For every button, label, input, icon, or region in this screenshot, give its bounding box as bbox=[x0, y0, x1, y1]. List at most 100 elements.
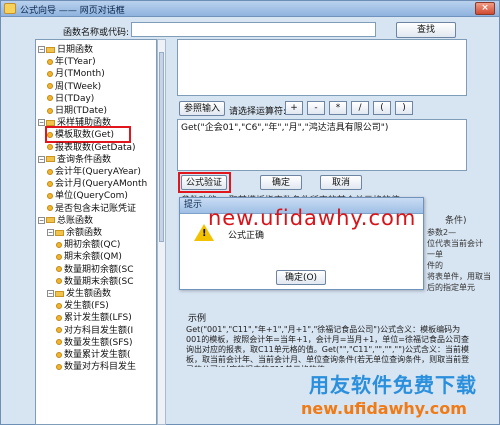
tree-leaf-node[interactable]: 数量发生额(SFS) bbox=[56, 337, 132, 349]
function-description-box bbox=[177, 39, 467, 96]
tree-node-label: 年(TYear) bbox=[55, 57, 96, 68]
tree-leaf-node[interactable]: 是否包含未记账凭证 bbox=[47, 203, 136, 215]
tree-node-label: 查询条件函数 bbox=[57, 154, 112, 165]
tree-leaf-node[interactable]: 年(TYear) bbox=[47, 56, 96, 68]
operator-button[interactable]: * bbox=[329, 101, 347, 115]
collapse-icon[interactable]: − bbox=[38, 119, 45, 127]
tree-leaf-node[interactable]: 日期(TDate) bbox=[47, 105, 107, 117]
tree-node-label: 日期(TDate) bbox=[55, 106, 108, 116]
operator-button[interactable]: + bbox=[285, 101, 303, 115]
ok-button[interactable]: 确定 bbox=[260, 175, 302, 190]
alert-ok-button[interactable]: 确定(O) bbox=[276, 270, 326, 285]
folder-icon bbox=[55, 290, 64, 297]
function-icon bbox=[47, 70, 53, 77]
tree-leaf-node[interactable]: 日(TDay) bbox=[47, 93, 94, 105]
function-icon bbox=[56, 363, 62, 370]
collapse-icon[interactable]: − bbox=[47, 290, 54, 297]
operator-button[interactable]: - bbox=[307, 101, 325, 115]
watermark-url-top: new.ufidawhy.com bbox=[208, 206, 417, 230]
collapse-icon[interactable]: − bbox=[38, 216, 45, 224]
function-icon bbox=[56, 314, 62, 321]
tree-group-node[interactable]: − 日期函数 bbox=[38, 44, 93, 56]
example-title: 示例 bbox=[188, 314, 207, 324]
tree-leaf-node[interactable]: 发生额(FS) bbox=[56, 300, 109, 312]
function-icon bbox=[47, 205, 53, 212]
tree-node-label: 是否包含未记账凭证 bbox=[55, 203, 137, 214]
verify-highlight bbox=[178, 172, 231, 193]
tree-node-label: 月(TMonth) bbox=[55, 69, 105, 80]
collapse-icon[interactable]: − bbox=[38, 46, 45, 53]
folder-icon bbox=[46, 46, 55, 53]
formula-wizard-window: 公式向导 —— 网页对话框 × 函数名称或代码: 查找 − 日期函数 年(TYear… bbox=[0, 0, 500, 425]
function-icon bbox=[47, 107, 53, 114]
collapse-icon[interactable]: − bbox=[38, 155, 45, 163]
function-icon bbox=[56, 339, 62, 346]
param-input-button[interactable]: 参照输入 bbox=[179, 101, 225, 116]
search-input[interactable] bbox=[131, 22, 376, 37]
folder-icon bbox=[46, 156, 55, 163]
tree-leaf-node[interactable]: 期初余额(QC) bbox=[56, 239, 120, 251]
tree-leaf-node[interactable]: 数量期末余额(SC bbox=[56, 276, 134, 288]
function-icon bbox=[56, 351, 62, 358]
tree-node-label: 余额函数 bbox=[66, 228, 103, 238]
window-icon bbox=[4, 3, 16, 14]
tree-node-label: 数量累计发生额( bbox=[64, 350, 131, 360]
tree-leaf-node[interactable]: 对方科目发生额(I bbox=[56, 325, 133, 337]
function-icon bbox=[56, 266, 62, 273]
operator-label: 请选择运算符: bbox=[229, 107, 287, 117]
tree-leaf-node[interactable]: 数量累计发生额( bbox=[56, 349, 131, 361]
tree-node-label: 周(TWeek) bbox=[55, 81, 102, 92]
tree-group-node[interactable]: − 总账函数 bbox=[38, 215, 93, 227]
hint-side-line: 将表单件，用取当 bbox=[427, 272, 491, 281]
tree-group-node[interactable]: − 查询条件函数 bbox=[38, 154, 111, 166]
operator-button[interactable]: ( bbox=[373, 101, 391, 115]
tree-node-label: 日(TDay) bbox=[55, 93, 95, 104]
function-icon bbox=[47, 192, 53, 199]
tree-node-label: 日期函数 bbox=[57, 45, 94, 55]
tree-leaf-node[interactable]: 周(TWeek) bbox=[47, 81, 101, 93]
tree-leaf-node[interactable]: 累计发生额(LFS) bbox=[56, 312, 132, 324]
tree-node-label: 发生额(FS) bbox=[64, 301, 109, 312]
function-tree: − 日期函数年(TYear) 月(TMonth) 周(TWeek) 日(TDay) 日期(… bbox=[35, 39, 157, 425]
tree-leaf-node[interactable]: 数量对方科目发生 bbox=[56, 361, 136, 373]
tree-node-label: 数量期初余额(SC bbox=[64, 264, 134, 275]
close-button[interactable]: × bbox=[475, 2, 495, 15]
operator-button[interactable]: / bbox=[351, 101, 369, 115]
function-icon bbox=[47, 58, 53, 65]
tree-node-label: 会计年(QueryAYear) bbox=[55, 167, 141, 177]
collapse-icon[interactable]: − bbox=[47, 229, 54, 236]
folder-icon bbox=[55, 229, 64, 236]
formula-input[interactable]: Get("企会01","C6","年","月","鸿达洁具有限公司") bbox=[177, 119, 467, 171]
tree-group-node[interactable]: − 余额函数 bbox=[47, 227, 102, 239]
tree-group-node[interactable]: − 发生额函数 bbox=[47, 288, 111, 300]
tree-node-label: 期初余额(QC) bbox=[64, 240, 121, 251]
example-text: Get("001","C11","年+1","月+1","徐福记食品公司")公式… bbox=[186, 325, 470, 367]
tree-scrollbar[interactable] bbox=[157, 39, 166, 425]
function-icon bbox=[47, 144, 53, 151]
tree-node-label: 会计月(QueryAMonth bbox=[55, 179, 148, 190]
tree-leaf-node[interactable]: 月(TMonth) bbox=[47, 68, 105, 80]
cancel-button[interactable]: 取消 bbox=[320, 175, 362, 190]
function-icon bbox=[47, 168, 53, 175]
watermark-url-bottom: new.ufidawhy.com bbox=[301, 399, 467, 418]
warning-icon-mark: ! bbox=[202, 228, 207, 239]
tree-leaf-node[interactable]: 数量期初余额(SC bbox=[56, 264, 134, 276]
tree-leaf-node[interactable]: 期末余额(QM) bbox=[56, 251, 122, 263]
function-icon bbox=[47, 83, 53, 90]
hint-side-line: 后的指定单元 bbox=[427, 283, 475, 292]
window-title: 公式向导 —— 网页对话框 bbox=[20, 6, 125, 16]
tree-node-label: 报表取数(GetData) bbox=[55, 142, 136, 153]
tree-node-label: 数量发生额(SFS) bbox=[64, 337, 133, 348]
tree-leaf-node[interactable]: 单位(QueryCom) bbox=[47, 190, 128, 202]
tree-node-label: 期末余额(QM) bbox=[64, 252, 122, 263]
title-bar[interactable]: 公式向导 —— 网页对话框 × bbox=[1, 1, 499, 17]
tree-leaf-node[interactable]: 会计月(QueryAMonth bbox=[47, 178, 147, 190]
tree-scroll-thumb[interactable] bbox=[159, 52, 164, 242]
tree-leaf-node[interactable]: 会计年(QueryAYear) bbox=[47, 166, 141, 178]
function-icon bbox=[56, 278, 62, 285]
hint-side-line: 位代表当前会计 bbox=[427, 239, 483, 248]
search-button[interactable]: 查找 bbox=[396, 22, 456, 38]
tree-leaf-node[interactable]: 报表取数(GetData) bbox=[47, 142, 136, 154]
operator-button[interactable]: ) bbox=[395, 101, 413, 115]
folder-icon bbox=[46, 119, 55, 126]
